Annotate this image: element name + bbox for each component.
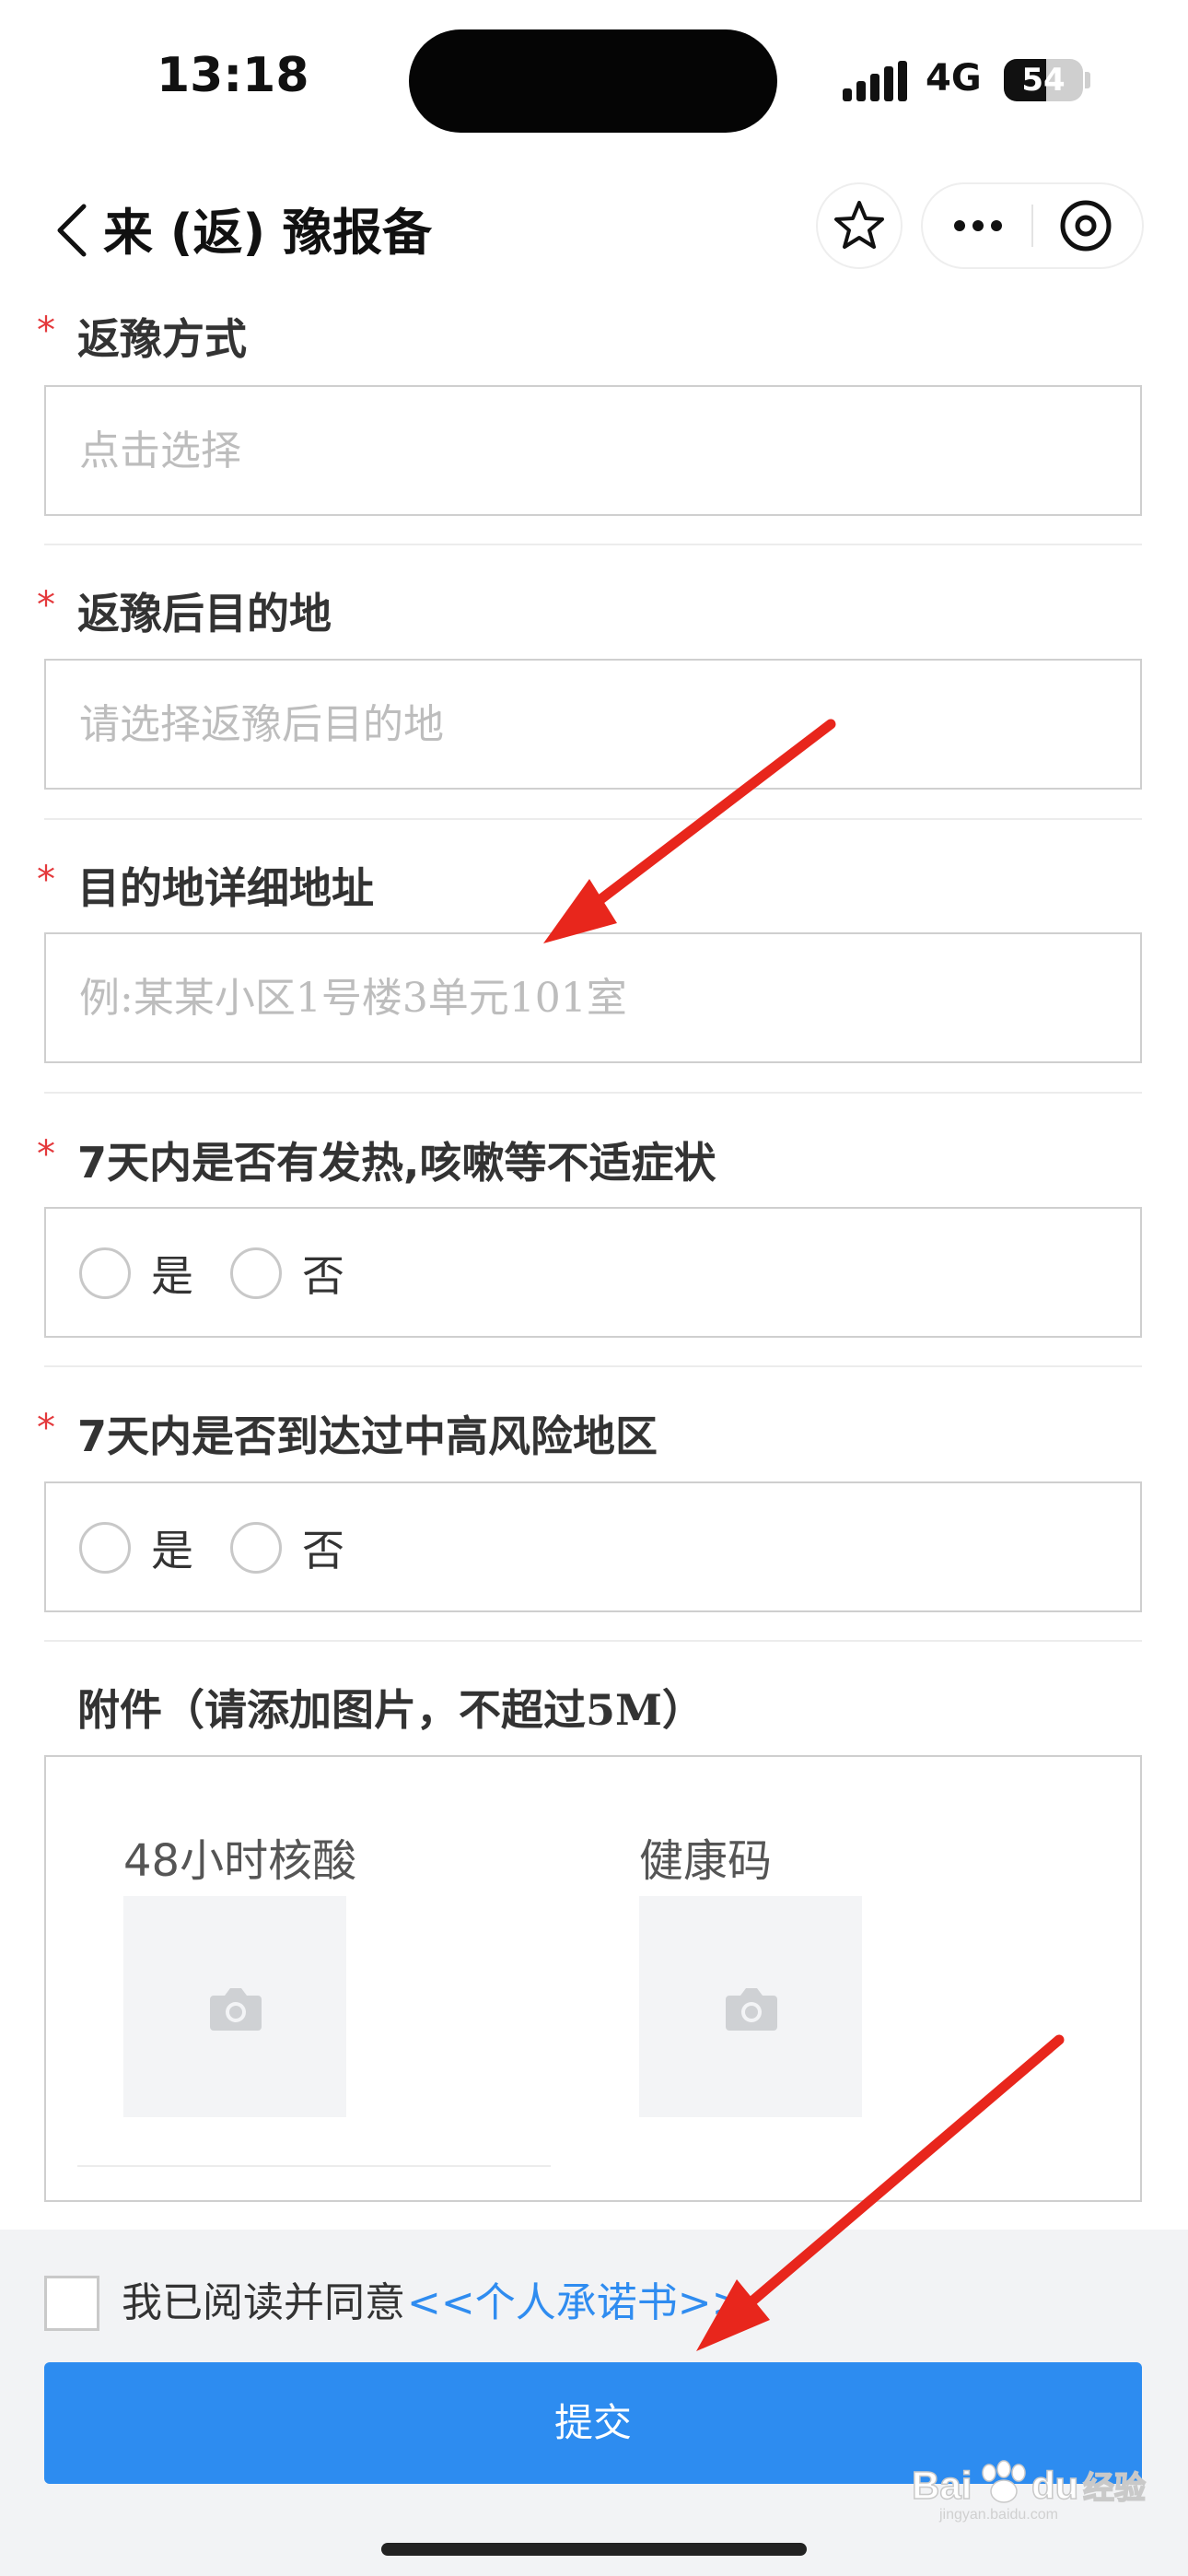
symptoms-radio-box: 是 否 [44, 1207, 1142, 1338]
svg-text:du: du [1031, 2464, 1078, 2507]
status-time: 13:18 [157, 48, 309, 103]
destination-label: 返豫后目的地 [77, 589, 332, 638]
camera-icon [726, 1988, 777, 2031]
symptoms-radio-yes[interactable]: 是 [79, 1243, 193, 1304]
required-mark: * [37, 310, 55, 352]
radio-circle-icon [79, 1247, 131, 1299]
radio-circle-icon [230, 1522, 282, 1574]
page-title: 来 (返) 豫报备 [103, 204, 432, 262]
risk-area-radio-box: 是 否 [44, 1481, 1142, 1612]
health-code-title: 健康码 [639, 1835, 773, 1887]
divider [44, 1092, 1142, 1094]
address-placeholder: 例:某某小区1号楼3单元101室 [79, 975, 627, 1022]
divider [44, 818, 1142, 820]
battery-level: 54 [1021, 62, 1066, 99]
nav-bar: 来 (返) 豫报备 [0, 175, 1188, 276]
symptoms-radio-no[interactable]: 否 [230, 1243, 344, 1304]
baidu-paw-logo: Bai du 经验 jingyan.baidu.com [911, 2460, 1147, 2523]
required-mark: * [37, 584, 55, 626]
battery-tip [1085, 72, 1090, 88]
baidu-watermark: Bai du 经验 jingyan.baidu.com [911, 2458, 1151, 2523]
radio-label: 否 [302, 1526, 344, 1575]
divider [44, 544, 1142, 545]
destination-select[interactable]: 请选择返豫后目的地 [44, 659, 1142, 790]
home-indicator [381, 2543, 807, 2556]
return-method-placeholder: 点击选择 [79, 427, 241, 474]
svg-text:Bai: Bai [912, 2464, 972, 2507]
radio-label: 否 [302, 1251, 344, 1301]
return-method-select[interactable]: 点击选择 [44, 385, 1142, 516]
attachments-label: 附件（请添加图片，不超过5M） [77, 1685, 705, 1735]
back-button[interactable] [51, 203, 97, 258]
footer: 我已阅读并同意 <<个人承诺书>> 提交 [0, 2230, 1188, 2576]
destination-placeholder: 请选择返豫后目的地 [79, 701, 444, 748]
status-bar: 13:18 4G 54 [0, 0, 1188, 161]
close-circle-icon [1060, 200, 1112, 252]
risk-area-label: 7天内是否到达过中高风险地区 [77, 1411, 658, 1461]
nucleic-test-upload[interactable] [123, 1896, 346, 2117]
close-button[interactable] [1033, 184, 1142, 267]
svg-text:经验: 经验 [1083, 2470, 1146, 2507]
radio-circle-icon [230, 1247, 282, 1299]
risk-area-radio-no[interactable]: 否 [230, 1517, 344, 1578]
symptoms-radio-group: 是 否 [79, 1209, 381, 1338]
favorite-button[interactable] [818, 184, 901, 267]
risk-area-radio-yes[interactable]: 是 [79, 1517, 193, 1578]
battery-icon: 54 [1004, 59, 1083, 101]
risk-area-radio-group: 是 否 [79, 1483, 381, 1612]
camera-icon [210, 1988, 262, 2031]
required-mark: * [37, 859, 55, 901]
commitment-link[interactable]: <<个人承诺书>> [407, 2276, 745, 2331]
attachment-underline [77, 2165, 551, 2167]
agree-checkbox[interactable] [44, 2276, 99, 2331]
symptoms-label: 7天内是否有发热,咳嗽等不适症状 [77, 1138, 716, 1188]
miniapp-capsule [923, 184, 1142, 267]
star-icon [834, 201, 884, 249]
address-input[interactable]: 例:某某小区1号楼3单元101室 [44, 932, 1142, 1063]
dynamic-island [409, 29, 777, 133]
divider [44, 1640, 1142, 1642]
return-method-label: 返豫方式 [77, 314, 247, 364]
required-mark: * [37, 1407, 55, 1449]
network-type: 4G [926, 57, 982, 100]
more-button[interactable] [923, 184, 1031, 267]
divider [44, 1365, 1142, 1367]
health-code-upload[interactable] [639, 1896, 862, 2117]
radio-label: 是 [151, 1526, 193, 1575]
radio-label: 是 [151, 1251, 193, 1301]
nucleic-test-title: 48小时核酸 [123, 1835, 357, 1887]
radio-circle-icon [79, 1522, 131, 1574]
address-label: 目的地详细地址 [77, 863, 374, 913]
required-mark: * [37, 1133, 55, 1176]
more-dots-icon [954, 220, 1002, 231]
chevron-left-icon [57, 204, 87, 257]
signal-icon [843, 61, 907, 101]
agree-text: 我已阅读并同意 [122, 2279, 405, 2326]
svg-text:jingyan.baidu.com: jingyan.baidu.com [938, 2507, 1058, 2523]
